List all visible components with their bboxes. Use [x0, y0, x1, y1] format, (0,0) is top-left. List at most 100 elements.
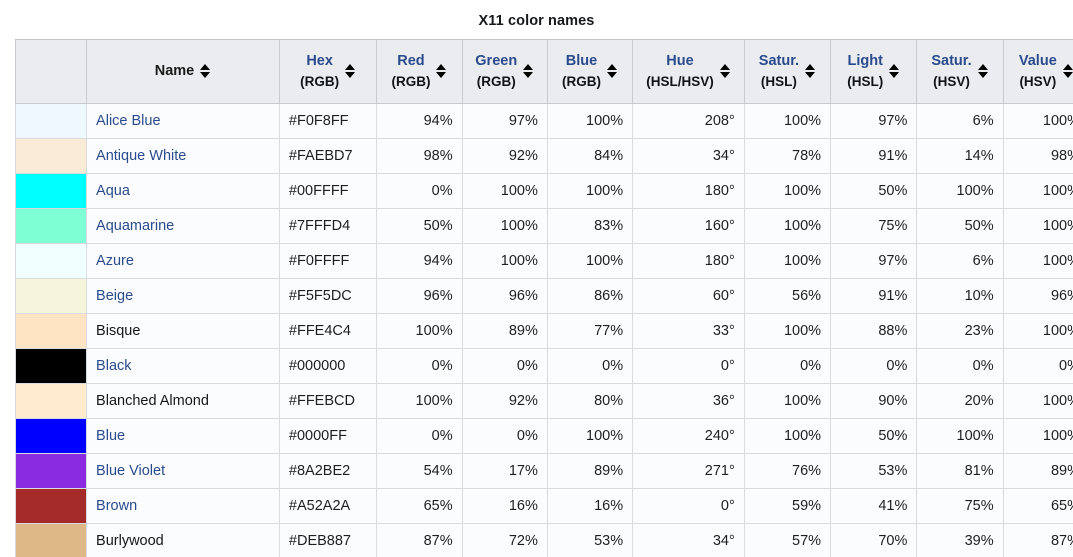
sort-updown-icon[interactable] [977, 63, 989, 79]
header-red-rgb[interactable]: Red (RGB) [376, 39, 463, 104]
hue-value: 36° [632, 383, 745, 419]
saturation-hsl-value: 0% [743, 348, 832, 384]
header-satur--hsl[interactable]: Satur. (HSL) [743, 39, 832, 104]
header-value-hsv[interactable]: Value (HSV) [1002, 39, 1073, 104]
color-name-cell[interactable]: Beige [86, 278, 280, 314]
header-satur--hsv[interactable]: Satur. (HSV) [916, 39, 1004, 104]
saturation-hsl-value: 57% [743, 523, 832, 557]
lightness-hsl-value: 53% [830, 453, 918, 489]
color-name-link[interactable]: Aquamarine [96, 218, 174, 234]
red-value: 65% [376, 488, 463, 524]
sort-updown-icon[interactable] [719, 63, 731, 79]
sort-updown-icon[interactable] [523, 63, 534, 79]
color-name-link[interactable]: Black [96, 358, 131, 374]
color-name-cell[interactable]: Blue [86, 418, 280, 454]
saturation-hsl-value: 100% [743, 383, 832, 419]
header-sublabel: (RGB) [562, 74, 601, 90]
table-row: Aqua#00FFFF0%100%100%180°100%50%100%100% [14, 173, 1073, 209]
saturation-hsv-value: 39% [916, 523, 1004, 557]
color-name-link[interactable]: Blue [96, 428, 125, 444]
header-label: Value [1018, 53, 1057, 70]
lightness-hsl-value: 88% [830, 313, 918, 349]
color-swatch [14, 523, 88, 557]
hue-value: 180° [632, 243, 745, 279]
red-value: 0% [376, 173, 463, 209]
green-value: 0% [461, 418, 548, 454]
color-swatch [14, 488, 88, 524]
color-name-cell[interactable]: Black [86, 348, 280, 384]
header-inner: Name [93, 61, 273, 82]
value-hsv-value: 96% [1002, 278, 1073, 314]
header-label: Hex [306, 53, 333, 70]
table-header: Name Hex (RGB) Red (RGB) Green (RGB) Blue (RGB) H… [14, 39, 1073, 104]
saturation-hsl-value: 78% [743, 138, 832, 174]
color-name-link[interactable]: Alice Blue [96, 113, 160, 129]
header-label-stack: Green (RGB) [475, 51, 517, 92]
sort-updown-icon[interactable] [345, 63, 356, 79]
hex-value: #F0F8FF [278, 103, 378, 139]
blue-value: 83% [546, 208, 634, 244]
header-light-hsl[interactable]: Light (HSL) [830, 39, 918, 104]
header-label: Hue [666, 53, 694, 70]
header-green-rgb[interactable]: Green (RGB) [461, 39, 548, 104]
color-name-cell[interactable]: Alice Blue [86, 103, 280, 139]
header-inner: Green (RGB) [469, 51, 541, 92]
color-swatch [14, 173, 88, 209]
color-name-cell[interactable]: Aquamarine [86, 208, 280, 244]
header-label: Light [847, 53, 883, 70]
table-row: Brown#A52A2A65%16%16%0°59%41%75%65% [14, 488, 1073, 524]
hue-value: 180° [632, 173, 745, 209]
header-inner: Value (HSV) [1010, 51, 1073, 92]
color-name-link[interactable]: Beige [96, 288, 133, 304]
sort-updown-icon[interactable] [1062, 63, 1073, 79]
header-hex-rgb[interactable]: Hex (RGB) [278, 39, 378, 104]
table-row: Blanched Almond #FFEBCD 100% 92% 80% 36° 100% 9… [14, 383, 1073, 419]
color-name-cell[interactable]: Brown [86, 488, 280, 524]
header-name[interactable]: Name [86, 39, 280, 104]
blue-value: 77% [546, 313, 634, 349]
color-name-cell[interactable]: Burlywood [86, 523, 280, 557]
color-swatch [14, 453, 88, 489]
header-label: Name [154, 62, 195, 79]
hex-value: #DEB887 [278, 523, 378, 557]
color-name-link[interactable]: Aqua [96, 183, 130, 199]
green-value: 97% [461, 103, 548, 139]
sort-updown-icon[interactable] [889, 63, 900, 79]
table-row: Bisque#FFE4C4100%89%77%33°100%88%23%100% [14, 313, 1073, 349]
color-name-cell[interactable]: Aqua [86, 173, 280, 209]
header-blue-rgb[interactable]: Blue (RGB) [546, 39, 634, 104]
color-name-cell[interactable]: Blanched Almond [86, 383, 280, 419]
table-row: Blue#0000FF0%0%100%240°100%50%100%100% [14, 418, 1073, 454]
color-table-container: Name Hex (RGB) Red (RGB) Green (RGB) Blue (RGB) H… [14, 39, 1073, 557]
page-root: X11 color names Name Hex (RGB) Red (RGB) Gree… [0, 0, 1073, 557]
color-name-cell[interactable]: Azure [86, 243, 280, 279]
color-name-cell[interactable]: Blue Violet [86, 453, 280, 489]
hue-value: 0° [632, 348, 745, 384]
hue-value: 271° [632, 453, 745, 489]
green-value: 92% [461, 383, 548, 419]
color-name-link[interactable]: Blue Violet [96, 463, 165, 479]
color-name-link[interactable]: Antique White [96, 148, 186, 164]
sort-updown-icon[interactable] [805, 63, 816, 79]
saturation-hsl-value: 100% [743, 173, 832, 209]
header-label-stack: Red (RGB) [391, 51, 430, 92]
blue-value: 100% [546, 243, 634, 279]
green-value: 100% [461, 173, 548, 209]
blue-value: 53% [546, 523, 634, 557]
sort-updown-icon[interactable] [436, 63, 447, 79]
color-name-link[interactable]: Azure [96, 253, 134, 269]
sort-updown-icon[interactable] [200, 63, 211, 79]
sort-updown-icon[interactable] [607, 63, 618, 79]
color-name-cell[interactable]: Bisque [86, 313, 280, 349]
table-row: Aquamarine #7FFFD4 50% 100% 83% 160° 100% 75% 50… [14, 208, 1073, 244]
header-inner: Satur. (HSV) [923, 51, 996, 92]
color-name-link[interactable]: Brown [96, 498, 137, 514]
header-hue-hsl-hsv[interactable]: Hue (HSL/HSV) [632, 39, 745, 104]
color-name-cell[interactable]: Antique White [86, 138, 280, 174]
lightness-hsl-value: 91% [830, 278, 918, 314]
blue-value: 0% [546, 348, 634, 384]
header-label-stack: Hue (HSL/HSV) [646, 51, 714, 92]
color-swatch [14, 243, 88, 279]
hue-value: 240° [632, 418, 745, 454]
red-value: 98% [376, 138, 463, 174]
